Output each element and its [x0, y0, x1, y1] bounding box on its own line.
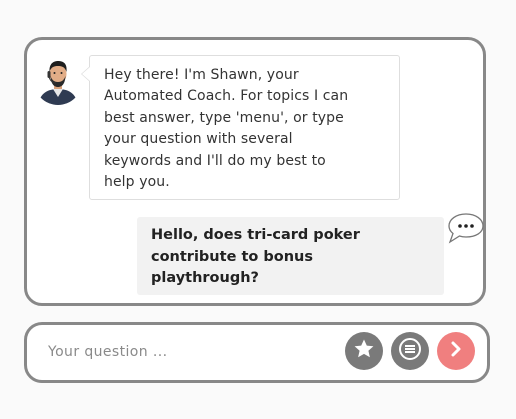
chevron-right-icon [446, 339, 466, 363]
bot-message-bubble: Hey there! I'm Shawn, your Automated Coa… [81, 55, 400, 200]
user-message-bubble: Hello, does tri-card poker contribute to… [137, 217, 444, 295]
bot-message-line: your question with several [104, 131, 293, 148]
question-input[interactable] [46, 338, 340, 366]
coach-avatar-icon [34, 57, 82, 105]
star-icon [352, 337, 376, 365]
bot-message-line: help you. [104, 174, 170, 191]
user-message-line: Hello, does tri-card poker [151, 227, 360, 243]
bot-message-line: keywords and I'll do my best to [104, 152, 326, 169]
bubble-tail-fill [82, 67, 90, 81]
user-message-line: playthrough? [151, 270, 259, 286]
send-button[interactable] [437, 332, 475, 370]
favorite-button[interactable] [345, 332, 383, 370]
user-message-line: contribute to bonus [151, 248, 314, 265]
bot-message-line: Hey there! I'm Shawn, your [104, 67, 299, 83]
speech-bubble-ellipsis-icon [446, 212, 486, 246]
bot-message-line: Automated Coach. For topics I can [104, 88, 349, 105]
bot-message-text: Hey there! I'm Shawn, your Automated Coa… [104, 65, 389, 193]
menu-button[interactable] [391, 332, 429, 370]
hamburger-menu-icon [398, 337, 422, 365]
bot-message-line: best answer, type 'menu', or type [104, 109, 344, 126]
